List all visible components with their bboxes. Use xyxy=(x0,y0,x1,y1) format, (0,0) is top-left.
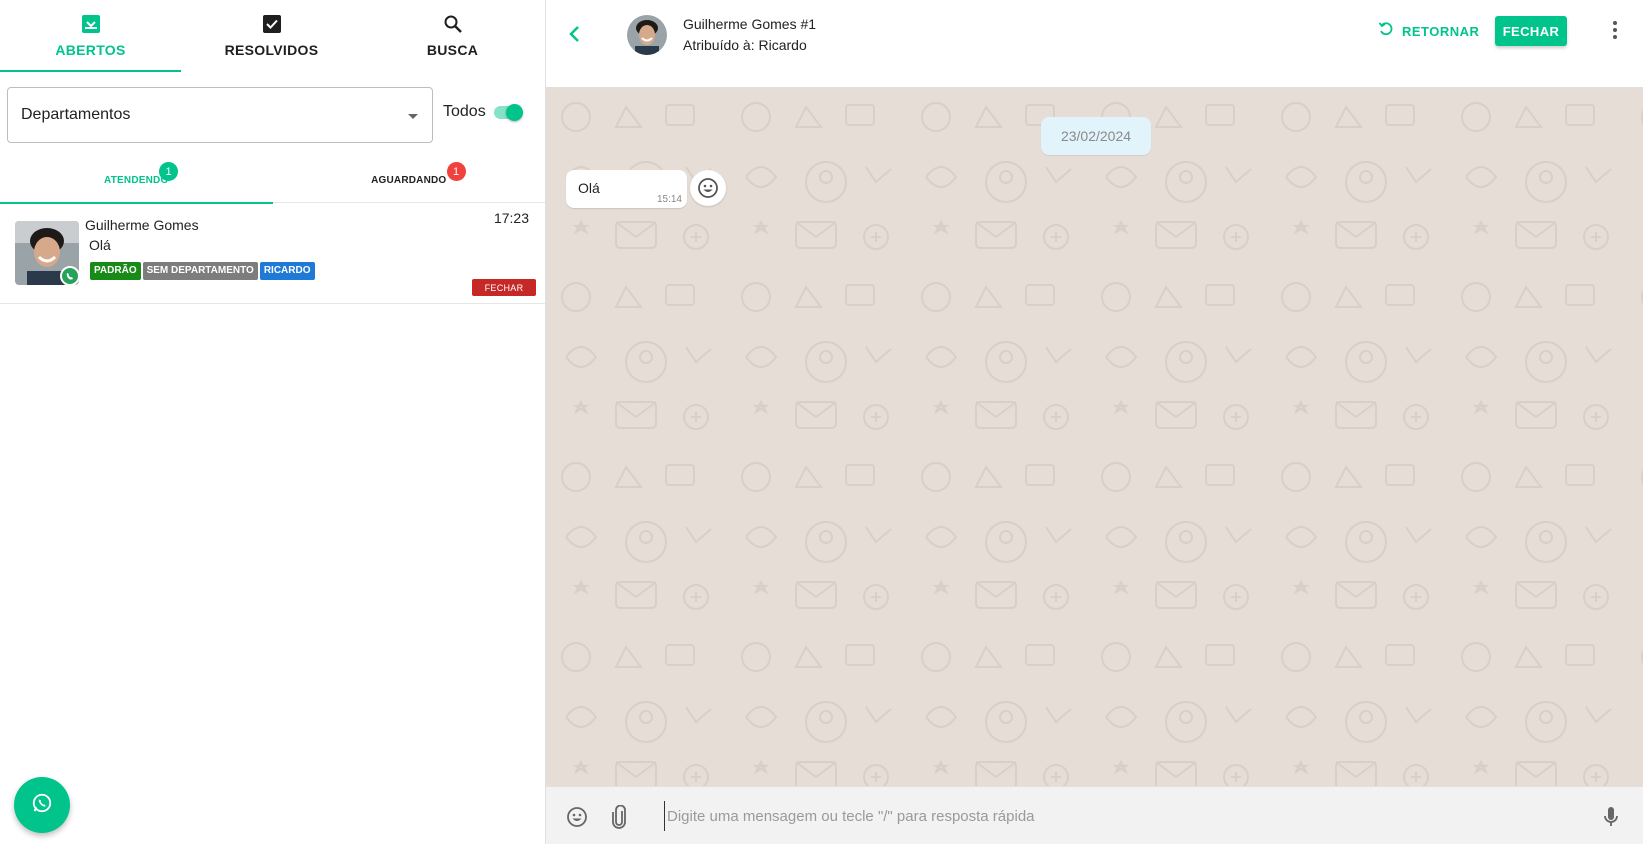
checkbox-icon xyxy=(260,12,284,36)
tab-label: AGUARDANDO xyxy=(371,175,447,186)
close-chat-button[interactable]: FECHAR xyxy=(1495,16,1567,46)
count-badge: 1 xyxy=(446,162,466,181)
new-chat-button[interactable] xyxy=(14,777,70,833)
whatsapp-icon xyxy=(60,266,80,286)
back-icon[interactable] xyxy=(563,22,587,46)
sub-tabs: ATENDENDO 1 AGUARDANDO 1 xyxy=(0,158,546,204)
ticket-item[interactable]: Guilherme Gomes Olá 17:23 PADRÃO SEM DEP… xyxy=(0,204,545,304)
app: ABERTOS RESOLVIDOS BUSCA Departamentos T… xyxy=(0,0,1643,844)
date-separator: 23/02/2024 xyxy=(1041,117,1151,155)
tag-list: PADRÃO SEM DEPARTAMENTO RICARDO xyxy=(90,262,315,280)
attach-icon[interactable] xyxy=(610,804,628,834)
tab-aguardando[interactable]: AGUARDANDO 1 xyxy=(273,158,546,203)
tag-department: SEM DEPARTAMENTO xyxy=(142,262,258,280)
message-bubble[interactable]: Olá 15:14 xyxy=(566,170,687,208)
contact-name: Guilherme Gomes xyxy=(85,217,199,233)
chat-panel: Guilherme Gomes #1 Atribuído à: Ricardo … xyxy=(546,0,1643,844)
chat-contact-name: Guilherme Gomes #1 xyxy=(683,16,817,32)
whatsapp-icon xyxy=(31,792,53,819)
tag-user: RICARDO xyxy=(259,262,315,280)
undo-icon xyxy=(1378,21,1394,42)
ticket-time: 17:23 xyxy=(493,210,529,226)
toggle-knob xyxy=(506,104,523,121)
tab-busca[interactable]: BUSCA xyxy=(362,0,543,72)
message-input[interactable] xyxy=(664,801,1544,831)
chat-assigned-to: Atribuído à: Ricardo xyxy=(683,37,807,53)
avatar xyxy=(627,15,667,55)
todos-toggle[interactable] xyxy=(494,104,524,121)
department-select[interactable]: Departamentos xyxy=(7,87,433,143)
message-area[interactable]: 23/02/2024 Olá 15:14 xyxy=(546,87,1643,786)
close-ticket-button[interactable]: FECHAR xyxy=(472,279,536,296)
tab-resolvidos[interactable]: RESOLVIDOS xyxy=(181,0,362,72)
last-message: Olá xyxy=(89,237,111,253)
return-button[interactable]: RETORNAR xyxy=(1378,20,1479,42)
count-badge: 1 xyxy=(159,162,178,181)
message-composer xyxy=(546,786,1643,844)
inbox-icon xyxy=(79,12,103,36)
tab-label: BUSCA xyxy=(426,42,479,58)
more-vert-icon[interactable] xyxy=(1603,18,1627,42)
emoji-icon[interactable] xyxy=(566,806,588,833)
return-label: RETORNAR xyxy=(1402,23,1480,39)
tab-label: ATENDENDO xyxy=(104,175,169,186)
message-time: 15:14 xyxy=(656,194,682,205)
search-icon xyxy=(441,12,465,36)
chevron-down-icon xyxy=(408,114,418,119)
tag-queue: PADRÃO xyxy=(90,262,141,280)
tab-atendendo[interactable]: ATENDENDO 1 xyxy=(0,158,273,204)
tab-label: RESOLVIDOS xyxy=(224,42,319,58)
ticket-list-panel: ABERTOS RESOLVIDOS BUSCA Departamentos T… xyxy=(0,0,546,844)
message-text: Olá xyxy=(578,180,600,196)
microphone-icon[interactable] xyxy=(1602,805,1620,834)
todos-label: Todos xyxy=(443,103,486,120)
tab-label: ABERTOS xyxy=(55,42,126,58)
tab-abertos[interactable]: ABERTOS xyxy=(0,0,181,72)
top-tabs: ABERTOS RESOLVIDOS BUSCA xyxy=(0,0,545,72)
react-emoji-icon[interactable] xyxy=(690,170,726,206)
chat-header: Guilherme Gomes #1 Atribuído à: Ricardo … xyxy=(546,0,1643,87)
department-select-value: Departamentos xyxy=(21,106,131,123)
